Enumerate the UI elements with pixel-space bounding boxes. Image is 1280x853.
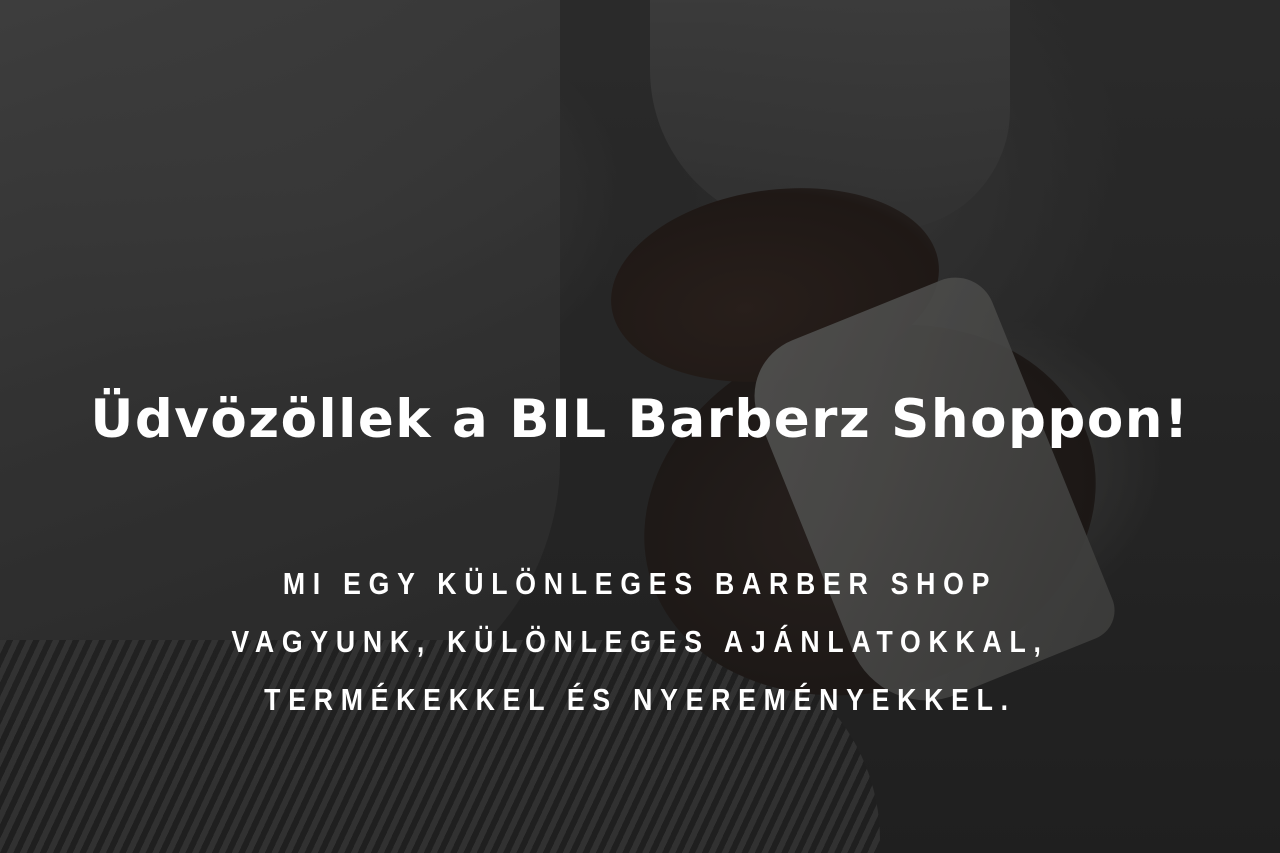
hero-headline: Üdvözöllek a BIL Barberz Shoppon!	[90, 389, 1190, 450]
hero-section: Üdvözöllek a BIL Barberz Shoppon! MI EGY…	[0, 0, 1280, 853]
hero-subheadline: MI EGY KÜLÖNLEGES BARBER SHOP VAGYUNK, K…	[231, 566, 1049, 717]
